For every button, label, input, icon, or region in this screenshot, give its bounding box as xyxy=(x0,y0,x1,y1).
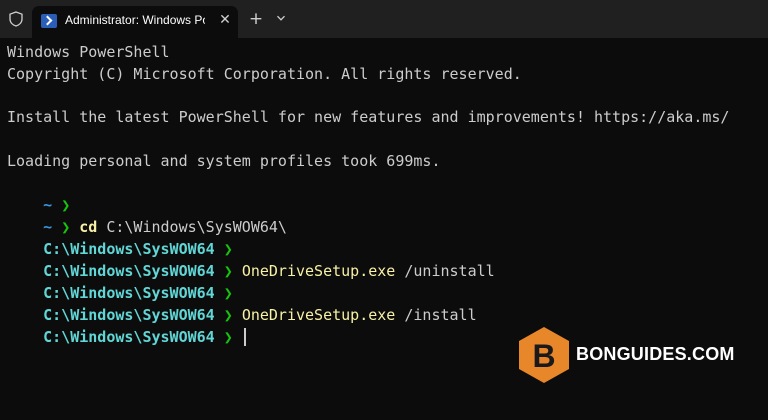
watermark-logo: B BONGUIDES.COM xyxy=(518,326,734,384)
command-args: /install xyxy=(395,306,477,324)
bonguides-logo-icon: B xyxy=(519,327,569,383)
prompt-arrow: ❯ xyxy=(223,328,233,346)
tab-title: Administrator: Windows PowerShell xyxy=(65,13,205,27)
powershell-icon xyxy=(41,14,57,28)
prompt-line-active[interactable]: C:\Windows\SysWOW64 ❯ xyxy=(7,304,246,346)
shield-icon xyxy=(9,11,23,27)
text-cursor xyxy=(243,328,246,346)
close-icon[interactable]: ✕ xyxy=(215,10,235,30)
header-line: Windows PowerShell xyxy=(7,43,170,61)
prompt-line: C:\Windows\SysWOW64 ❯ OneDriveSetup.exe … xyxy=(7,282,477,324)
install-message: Install the latest PowerShell for new fe… xyxy=(7,108,730,126)
prompt-line: ~ ❯ cd C:\Windows\SysWOW64\ xyxy=(7,194,287,236)
watermark-text: BONGUIDES.COM xyxy=(576,344,735,364)
logo-letter: B xyxy=(532,338,555,374)
plus-icon[interactable]: + xyxy=(246,9,266,29)
chevron-down-icon[interactable] xyxy=(272,9,290,29)
profile-load-message: Loading personal and system profiles too… xyxy=(7,152,441,170)
prompt-line: C:\Windows\SysWOW64 ❯ xyxy=(7,260,233,302)
prompt-path: C:\Windows\SysWOW64 xyxy=(43,328,215,346)
tab-powershell[interactable]: Administrator: Windows PowerShell ✕ xyxy=(32,6,238,38)
copyright-line: Copyright (C) Microsoft Corporation. All… xyxy=(7,65,522,83)
command-args: /uninstall xyxy=(395,262,495,280)
prompt-line: ~ ❯ xyxy=(7,172,70,214)
prompt-line: C:\Windows\SysWOW64 ❯ OneDriveSetup.exe … xyxy=(7,238,495,280)
prompt-line: C:\Windows\SysWOW64 ❯ xyxy=(7,216,233,258)
title-bar: Administrator: Windows PowerShell ✕ + xyxy=(0,0,768,38)
command-name: OneDriveSetup.exe xyxy=(241,262,396,280)
command-name: OneDriveSetup.exe xyxy=(241,306,396,324)
